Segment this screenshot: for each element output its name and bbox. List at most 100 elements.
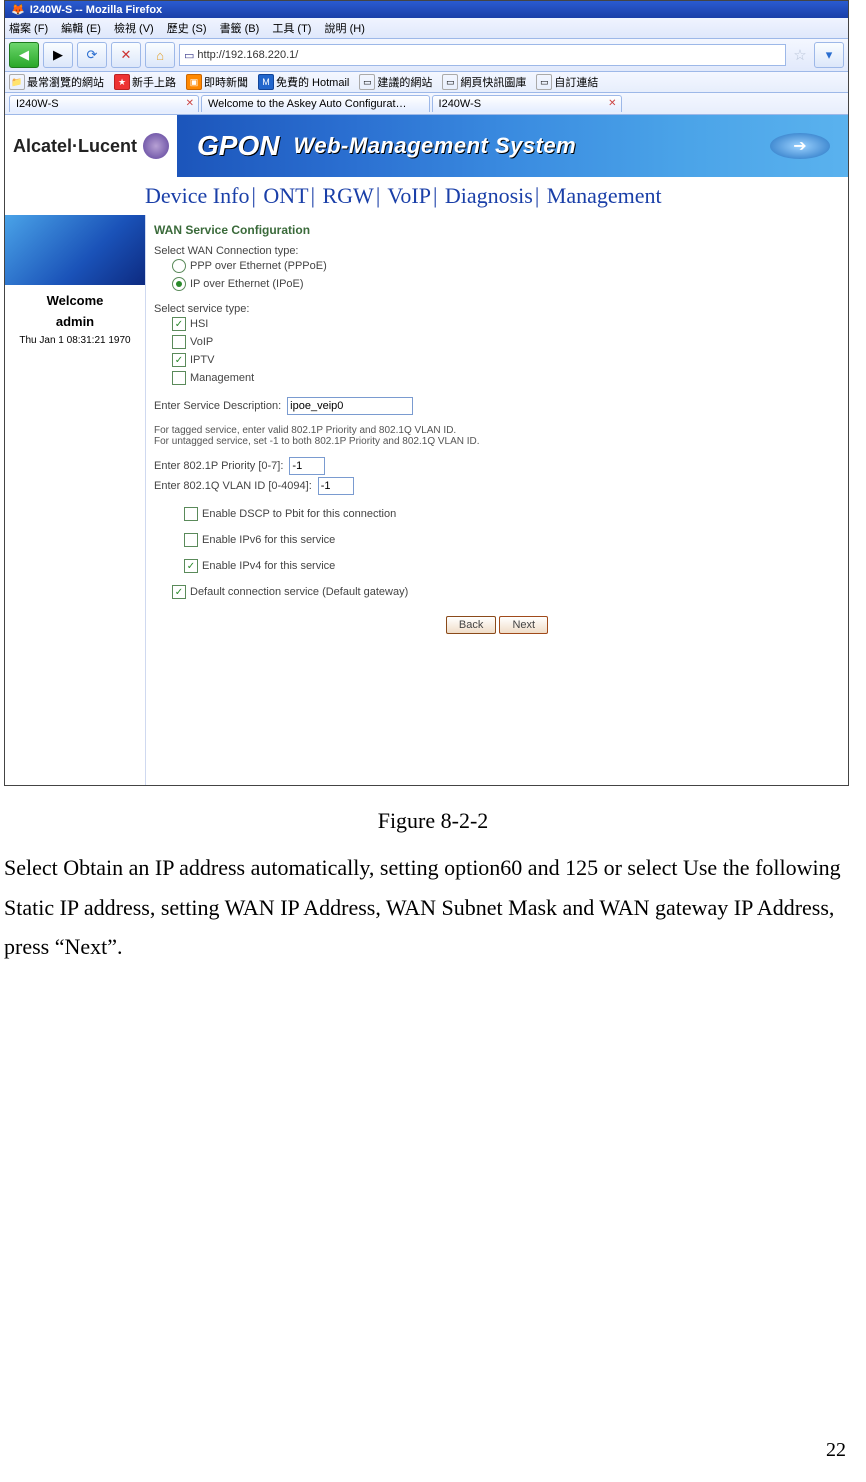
button-row: Back Next	[154, 619, 840, 631]
figure-caption: Figure 8-2-2	[0, 808, 866, 834]
menu-bar: 檔案 (F) 編輯 (E) 檢視 (V) 歷史 (S) 書籤 (B) 工具 (T…	[5, 18, 848, 39]
page-icon: ▭	[184, 49, 194, 62]
next-button[interactable]: Next	[499, 616, 548, 634]
nav-device-info[interactable]: Device Info	[145, 183, 249, 208]
menu-help[interactable]: 說明 (H)	[325, 23, 365, 35]
check-default-gw[interactable]: ✓Default connection service (Default gat…	[154, 583, 840, 601]
window-titlebar: 🦊 I240W-S -- Mozilla Firefox	[5, 1, 848, 18]
url-text: http://192.168.220.1/	[197, 49, 298, 61]
form-title: WAN Service Configuration	[154, 223, 840, 237]
checkbox-icon: ✓	[172, 585, 186, 599]
back-button[interactable]: Back	[446, 616, 496, 634]
welcome-label: Welcome	[5, 293, 145, 308]
checkbox-icon: ✓	[172, 317, 186, 331]
nav-rgw[interactable]: RGW	[322, 183, 373, 208]
radio-pppoe[interactable]: PPP over Ethernet (PPPoE)	[154, 257, 840, 275]
go-dropdown-icon[interactable]: ▾	[814, 42, 844, 68]
priority-label: Enter 802.1P Priority [0-7]:	[154, 460, 283, 472]
svc-type-label: Select service type:	[154, 303, 840, 315]
nav-ont[interactable]: ONT	[263, 183, 308, 208]
swirl-icon	[143, 133, 169, 159]
bookmark-most-visited[interactable]: 📁最常瀏覽的網站	[9, 74, 104, 90]
arrow-icon: ➔	[770, 133, 830, 159]
bookmark-star-icon[interactable]: ☆	[790, 45, 810, 65]
bookmark-suggested[interactable]: ▭建議的網站	[359, 74, 432, 90]
vlan-input[interactable]	[318, 477, 354, 495]
checkbox-icon	[172, 371, 186, 385]
sidebar-graphic	[5, 215, 145, 285]
bookmark-getting-started[interactable]: ★新手上路	[114, 74, 176, 90]
url-bar[interactable]: ▭ http://192.168.220.1/	[179, 44, 786, 66]
timestamp: Thu Jan 1 08:31:21 1970	[5, 335, 145, 346]
body-paragraph: Select Obtain an IP address automaticall…	[0, 848, 866, 967]
menu-edit[interactable]: 編輯 (E)	[61, 23, 101, 35]
close-icon[interactable]: ✕	[608, 98, 616, 109]
check-hsi[interactable]: ✓HSI	[154, 315, 840, 333]
page-banner: Alcatel·Lucent GPON Web-Management Syste…	[5, 115, 848, 177]
wan-config-form: WAN Service Configuration Select WAN Con…	[145, 215, 848, 785]
banner-subtitle: Web-Management System	[294, 133, 577, 159]
checkbox-icon	[184, 507, 198, 521]
priority-input[interactable]	[289, 457, 325, 475]
tab-2[interactable]: Welcome to the Askey Auto Configurat…	[201, 95, 430, 112]
nav-voip[interactable]: VoIP	[387, 183, 431, 208]
check-iptv[interactable]: ✓IPTV	[154, 351, 840, 369]
tag-hint-2: For untagged service, set -1 to both 802…	[154, 436, 840, 447]
main-nav: Device Info| ONT| RGW| VoIP| Diagnosis| …	[5, 177, 848, 215]
nav-management[interactable]: Management	[547, 183, 662, 208]
close-icon[interactable]: ✕	[186, 98, 194, 109]
check-mgmt[interactable]: Management	[154, 369, 840, 387]
checkbox-icon	[184, 533, 198, 547]
bookmark-hotmail[interactable]: M免費的 Hotmail	[258, 74, 349, 90]
conn-type-label: Select WAN Connection type:	[154, 245, 840, 257]
banner-gpon: GPON	[197, 130, 279, 162]
bookmark-news[interactable]: ▣即時新聞	[186, 74, 248, 90]
check-ipv6[interactable]: Enable IPv6 for this service	[154, 531, 840, 549]
msn-icon: M	[258, 74, 274, 90]
checkbox-icon	[172, 335, 186, 349]
reload-button[interactable]: ⟳	[77, 42, 107, 68]
home-button[interactable]: ⌂	[145, 42, 175, 68]
check-dscp[interactable]: Enable DSCP to Pbit for this connection	[154, 505, 840, 523]
desc-input[interactable]	[287, 397, 413, 415]
window-title: I240W-S -- Mozilla Firefox	[30, 4, 162, 16]
brand-logo: Alcatel·Lucent	[5, 115, 177, 177]
back-button[interactable]: ◀	[9, 42, 39, 68]
folder-icon: 📁	[9, 74, 25, 90]
radio-icon	[172, 259, 186, 273]
nav-diagnosis[interactable]: Diagnosis	[445, 183, 533, 208]
radio-icon	[172, 277, 186, 291]
bookmarks-bar: 📁最常瀏覽的網站 ★新手上路 ▣即時新聞 M免費的 Hotmail ▭建議的網站…	[5, 72, 848, 93]
menu-file[interactable]: 檔案 (F)	[9, 23, 48, 35]
page-number: 22	[826, 1439, 846, 1462]
browser-screenshot: 🦊 I240W-S -- Mozilla Firefox 檔案 (F) 編輯 (…	[4, 0, 849, 786]
checkbox-icon: ✓	[172, 353, 186, 367]
page-icon: ▭	[359, 74, 375, 90]
tab-strip: I240W-S✕ Welcome to the Askey Auto Confi…	[5, 93, 848, 115]
rss-icon: ▣	[186, 74, 202, 90]
menu-view[interactable]: 檢視 (V)	[114, 23, 154, 35]
nav-toolbar: ◀ ▶ ⟳ ✕ ⌂ ▭ http://192.168.220.1/ ☆ ▾	[5, 39, 848, 72]
vlan-label: Enter 802.1Q VLAN ID [0-4094]:	[154, 480, 312, 492]
tab-3[interactable]: I240W-S✕	[432, 95, 622, 112]
bookmark-custom[interactable]: ▭自訂連結	[536, 74, 598, 90]
tag-hint-1: For tagged service, enter valid 802.1P P…	[154, 425, 840, 436]
menu-tools[interactable]: 工具 (T)	[272, 23, 311, 35]
stop-button[interactable]: ✕	[111, 42, 141, 68]
menu-bookmarks[interactable]: 書籤 (B)	[220, 23, 260, 35]
star-icon: ★	[114, 74, 130, 90]
check-voip[interactable]: VoIP	[154, 333, 840, 351]
firefox-icon: 🦊	[11, 4, 25, 16]
radio-ipoe[interactable]: IP over Ethernet (IPoE)	[154, 275, 840, 293]
forward-button[interactable]: ▶	[43, 42, 73, 68]
check-ipv4[interactable]: ✓Enable IPv4 for this service	[154, 557, 840, 575]
checkbox-icon: ✓	[184, 559, 198, 573]
menu-history[interactable]: 歷史 (S)	[167, 23, 207, 35]
page-icon: ▭	[536, 74, 552, 90]
desc-label: Enter Service Description:	[154, 400, 281, 412]
tab-1[interactable]: I240W-S✕	[9, 95, 199, 112]
page-icon: ▭	[442, 74, 458, 90]
bookmark-gallery[interactable]: ▭網頁快訊圖庫	[442, 74, 526, 90]
left-panel: Welcome admin Thu Jan 1 08:31:21 1970	[5, 215, 145, 785]
user-label: admin	[5, 314, 145, 329]
